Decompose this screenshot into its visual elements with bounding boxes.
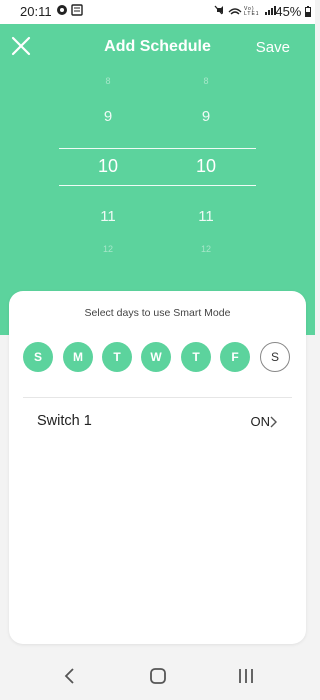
day-wednesday[interactable]: W — [141, 342, 171, 372]
day-sunday[interactable]: S — [23, 342, 53, 372]
divider — [23, 397, 292, 398]
hour-option[interactable]: 12 — [88, 244, 128, 254]
minute-option[interactable]: 9 — [186, 108, 226, 125]
day-friday[interactable]: F — [220, 342, 250, 372]
days-prompt: Select days to use Smart Mode — [84, 307, 231, 319]
battery-level: 45% — [275, 4, 311, 19]
home-icon — [150, 668, 166, 684]
minute-option[interactable]: 8 — [186, 76, 226, 86]
day-monday[interactable]: M — [63, 342, 93, 372]
status-bar: 20:11 Vo) LTE1 45% — [0, 0, 315, 24]
minute-option[interactable]: 12 — [186, 244, 226, 254]
hour-option[interactable]: 8 — [88, 76, 128, 86]
app-header: Add Schedule Save — [0, 24, 315, 72]
chevron-right-icon — [270, 416, 277, 428]
schedule-card: Select days to use Smart Mode S M T W T … — [9, 291, 306, 644]
minute-option[interactable]: 11 — [186, 208, 226, 225]
notification-icons — [57, 4, 85, 19]
hour-option[interactable]: 11 — [88, 208, 128, 225]
status-time: 20:11 — [20, 4, 52, 19]
day-selector: S M T W T F S — [23, 342, 293, 376]
back-icon — [64, 668, 74, 684]
save-button[interactable]: Save — [256, 39, 290, 56]
time-picker[interactable]: 8 9 10 11 12 8 9 10 11 12 — [0, 72, 315, 262]
day-tuesday[interactable]: T — [102, 342, 132, 372]
minute-selected[interactable]: 10 — [186, 156, 226, 177]
picker-bottom-line — [59, 185, 256, 186]
switch-row[interactable]: Switch 1 ON — [9, 403, 306, 443]
hour-option[interactable]: 9 — [88, 108, 128, 125]
back-button[interactable] — [58, 664, 82, 688]
switch-label: Switch 1 — [37, 413, 92, 429]
hour-selected[interactable]: 10 — [88, 156, 128, 177]
recents-icon — [239, 669, 253, 683]
recents-button[interactable] — [234, 664, 258, 688]
day-thursday[interactable]: T — [181, 342, 211, 372]
battery-percent: 45% — [275, 4, 302, 19]
svg-text:LTE1: LTE1 — [244, 11, 260, 16]
system-nav-bar — [0, 652, 315, 700]
day-saturday[interactable]: S — [260, 342, 290, 372]
signal-icons: Vo) LTE1 — [213, 4, 285, 17]
home-button[interactable] — [146, 664, 170, 688]
picker-top-line — [59, 148, 256, 149]
